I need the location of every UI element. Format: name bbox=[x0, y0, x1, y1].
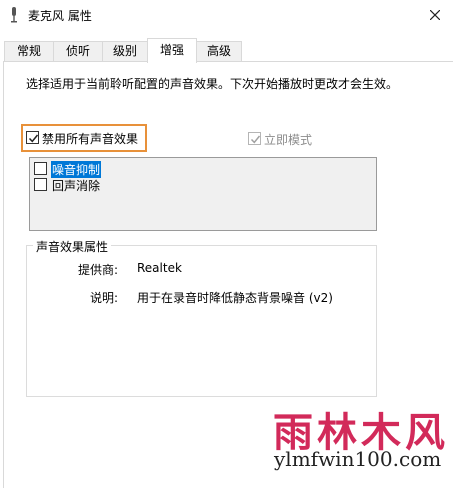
description-value: 用于在录音时降低静态背景噪音 (v2) bbox=[137, 291, 333, 305]
noise-suppression-checkbox[interactable] bbox=[34, 162, 47, 175]
disable-all-label: 禁用所有声音效果 bbox=[42, 132, 139, 146]
effects-list[interactable]: 噪音抑制 回声消除 bbox=[29, 157, 377, 231]
microphone-icon bbox=[6, 6, 22, 24]
window-title: 麦克风 属性 bbox=[28, 9, 92, 23]
description-label: 说明: bbox=[90, 291, 119, 305]
echo-cancellation-checkbox[interactable] bbox=[34, 178, 47, 191]
immediate-mode-label: 立即模式 bbox=[264, 133, 313, 147]
tab-label: 侦听 bbox=[65, 44, 90, 58]
provider-label: 提供商: bbox=[78, 263, 119, 277]
properties-group-title: 声音效果属性 bbox=[33, 238, 112, 255]
tab-label: 级别 bbox=[112, 44, 137, 58]
tab-general[interactable]: 常规 bbox=[4, 41, 54, 62]
watermark-url: ylmfwin100.com bbox=[274, 447, 442, 471]
echo-cancellation-label[interactable]: 回声消除 bbox=[52, 177, 100, 194]
title-bar: 麦克风 属性 bbox=[0, 0, 453, 30]
tab-advanced[interactable]: 高级 bbox=[196, 41, 242, 62]
checkmark-icon bbox=[250, 135, 261, 144]
tab-listen[interactable]: 侦听 bbox=[53, 41, 103, 62]
tab-label: 常规 bbox=[16, 44, 41, 58]
tab-label: 增强 bbox=[159, 43, 184, 57]
disable-all-checkbox[interactable] bbox=[26, 131, 39, 144]
close-button[interactable] bbox=[416, 0, 453, 30]
tab-label: 高级 bbox=[206, 44, 231, 58]
tab-strip: 常规 侦听 级别 增强 高级 bbox=[0, 38, 453, 63]
tab-enhancements[interactable]: 增强 bbox=[147, 38, 197, 63]
noise-suppression-label[interactable]: 噪音抑制 bbox=[51, 161, 102, 178]
checkmark-icon bbox=[28, 134, 39, 143]
provider-value: Realtek bbox=[137, 261, 182, 275]
immediate-mode-checkbox[interactable] bbox=[248, 132, 261, 145]
tab-levels[interactable]: 级别 bbox=[102, 41, 148, 62]
description-text: 选择适用于当前聆听配置的声音效果。下次开始播放时更改才会生效。 bbox=[26, 77, 399, 91]
close-icon bbox=[430, 10, 440, 20]
